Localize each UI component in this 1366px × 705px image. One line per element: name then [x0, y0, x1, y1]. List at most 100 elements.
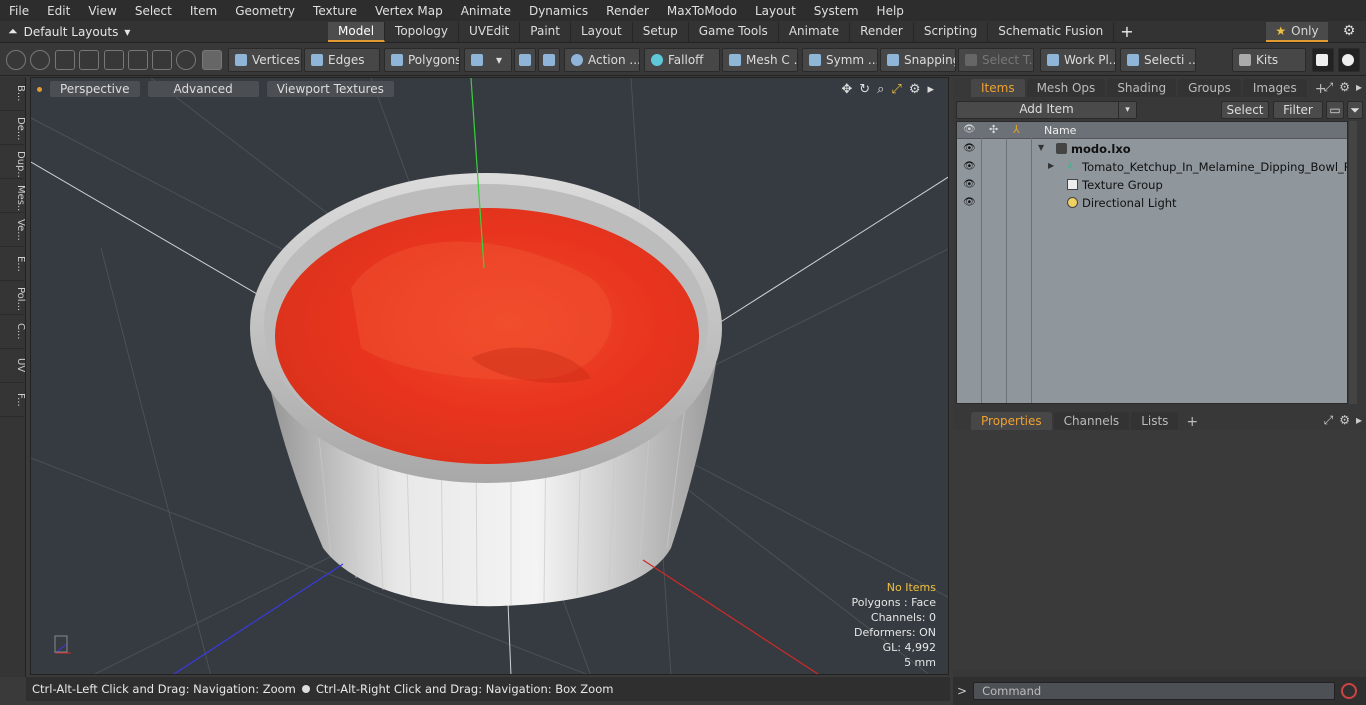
tab-schematic-fusion[interactable]: Schematic Fusion: [988, 22, 1115, 42]
collapse-list-icon[interactable]: ▭: [1326, 101, 1344, 119]
add-tab-icon[interactable]: +: [1180, 414, 1204, 430]
side-tab[interactable]: Mes...: [0, 179, 26, 213]
side-tab[interactable]: F...: [0, 383, 26, 417]
side-tab[interactable]: E...: [0, 247, 26, 281]
menu-animate[interactable]: Animate: [452, 4, 520, 18]
list-item[interactable]: 👁 ▼ modo.lxo: [957, 140, 1347, 158]
side-tab[interactable]: Ve...: [0, 213, 26, 247]
work-plane-button[interactable]: Work Pl...: [1040, 48, 1116, 72]
only-button[interactable]: ★ Only: [1266, 22, 1328, 42]
action-button[interactable]: Action ...: [564, 48, 640, 72]
menu-maxtomodo[interactable]: MaxToModo: [658, 4, 746, 18]
viewport-textures-button[interactable]: Viewport Textures: [266, 81, 394, 97]
vertices-button[interactable]: Vertices: [228, 48, 302, 72]
brush-icon[interactable]: [79, 50, 99, 70]
tab-scripting[interactable]: Scripting: [914, 22, 989, 42]
falloff-button[interactable]: Falloff: [644, 48, 720, 72]
props-tab-lists[interactable]: Lists: [1131, 412, 1179, 430]
tab-paint[interactable]: Paint: [520, 22, 571, 42]
expand-arrow-icon[interactable]: ▶: [1048, 161, 1054, 170]
items-tab-images[interactable]: Images: [1242, 79, 1307, 97]
tab-layout[interactable]: Layout: [571, 22, 633, 42]
menu-dynamics[interactable]: Dynamics: [520, 4, 597, 18]
menu-file[interactable]: File: [0, 4, 38, 18]
funnel-icon[interactable]: ⏷: [1347, 101, 1363, 119]
3d-viewport[interactable]: Perspective Advanced Viewport Textures ✥…: [30, 77, 949, 675]
vertical-scrollbar[interactable]: [1349, 121, 1357, 404]
zoom-icon[interactable]: ⌕: [877, 82, 884, 97]
side-tab[interactable]: C...: [0, 315, 26, 349]
eye-icon[interactable]: 👁: [963, 161, 976, 172]
shape-icon[interactable]: [152, 50, 172, 70]
tab-render[interactable]: Render: [850, 22, 914, 42]
expand-icon[interactable]: ⤢: [1324, 413, 1334, 428]
command-chevron-icon[interactable]: >: [957, 684, 967, 698]
expand-icon[interactable]: ⤢: [1324, 80, 1334, 95]
selection-sets-button[interactable]: Selecti ...: [1120, 48, 1196, 72]
list-item[interactable]: 👁 Directional Light: [957, 194, 1347, 212]
menu-texture[interactable]: Texture: [304, 4, 366, 18]
tab-topology[interactable]: Topology: [385, 22, 460, 42]
menu-view[interactable]: View: [79, 4, 125, 18]
expand-arrow-icon[interactable]: ▼: [1038, 143, 1044, 152]
sym-toggle-button[interactable]: [514, 48, 536, 72]
polygons-button[interactable]: Polygons: [384, 48, 460, 72]
item-mode-dropdown[interactable]: ▾: [464, 48, 512, 72]
tab-model[interactable]: Model: [328, 22, 386, 42]
menu-vertex-map[interactable]: Vertex Map: [366, 4, 452, 18]
command-input[interactable]: Command: [973, 682, 1336, 700]
rotate-icon[interactable]: ↻: [859, 82, 870, 97]
items-tab-items[interactable]: Items: [971, 79, 1025, 97]
eye-icon[interactable]: 👁: [963, 197, 976, 208]
menu-item[interactable]: Item: [181, 4, 226, 18]
unity-button[interactable]: [1312, 48, 1334, 72]
items-tab-mesh-ops[interactable]: Mesh Ops: [1026, 79, 1106, 97]
sym-toggle2-button[interactable]: [538, 48, 560, 72]
cube-icon[interactable]: [202, 50, 222, 70]
gear-icon[interactable]: ⚙: [1340, 23, 1358, 41]
edges-button[interactable]: Edges: [304, 48, 380, 72]
kits-button[interactable]: Kits: [1232, 48, 1306, 72]
move-icon[interactable]: ✥: [841, 82, 852, 97]
menu-edit[interactable]: Edit: [38, 4, 79, 18]
transform-icon[interactable]: [128, 50, 148, 70]
tab-setup[interactable]: Setup: [633, 22, 689, 42]
select-button[interactable]: Select: [1221, 101, 1269, 119]
timer-icon[interactable]: [176, 50, 196, 70]
tab-game-tools[interactable]: Game Tools: [689, 22, 779, 42]
side-tab[interactable]: Dup...: [0, 145, 26, 179]
panel-gear-icon[interactable]: ⚙: [1339, 413, 1350, 428]
side-tab[interactable]: UV: [0, 349, 26, 383]
menu-select[interactable]: Select: [126, 4, 181, 18]
list-item[interactable]: 👁 Texture Group: [957, 176, 1347, 194]
panel-arrow-icon[interactable]: ▸: [1356, 413, 1362, 428]
side-tab[interactable]: Pol...: [0, 281, 26, 315]
panel-gear-icon[interactable]: ⚙: [1339, 80, 1350, 95]
menu-geometry[interactable]: Geometry: [226, 4, 304, 18]
tab-uvedit[interactable]: UVEdit: [459, 22, 521, 42]
add-tab-icon[interactable]: +: [1114, 22, 1139, 42]
select-through-button[interactable]: Select T...: [958, 48, 1034, 72]
snapping-button[interactable]: Snapping: [880, 48, 956, 72]
circle-select-icon[interactable]: [6, 50, 26, 70]
menu-system[interactable]: System: [805, 4, 868, 18]
menu-render[interactable]: Render: [597, 4, 658, 18]
mesh-constraint-button[interactable]: Mesh C ...: [722, 48, 798, 72]
list-item[interactable]: 👁 ▶ ⅄ Tomato_Ketchup_In_Melamine_Dipping…: [957, 158, 1347, 176]
side-tab[interactable]: De...: [0, 111, 26, 145]
props-tab-properties[interactable]: Properties: [971, 412, 1052, 430]
panel-arrow-icon[interactable]: ▸: [1356, 80, 1362, 95]
fit-icon[interactable]: ⤢: [891, 82, 901, 97]
advanced-button[interactable]: Advanced: [147, 81, 259, 97]
side-tab[interactable]: B...: [0, 77, 26, 111]
add-item-dropdown[interactable]: Add Item ▾: [956, 101, 1137, 119]
align-icon[interactable]: [104, 50, 124, 70]
eye-icon[interactable]: 👁: [963, 143, 976, 154]
items-tab-shading[interactable]: Shading: [1107, 79, 1177, 97]
record-icon[interactable]: [1341, 683, 1358, 699]
props-tab-channels[interactable]: Channels: [1053, 412, 1130, 430]
symmetry-button[interactable]: Symm ...: [802, 48, 878, 72]
perspective-button[interactable]: Perspective: [50, 81, 140, 97]
tab-animate[interactable]: Animate: [779, 22, 851, 42]
eye-icon[interactable]: 👁: [963, 179, 976, 190]
